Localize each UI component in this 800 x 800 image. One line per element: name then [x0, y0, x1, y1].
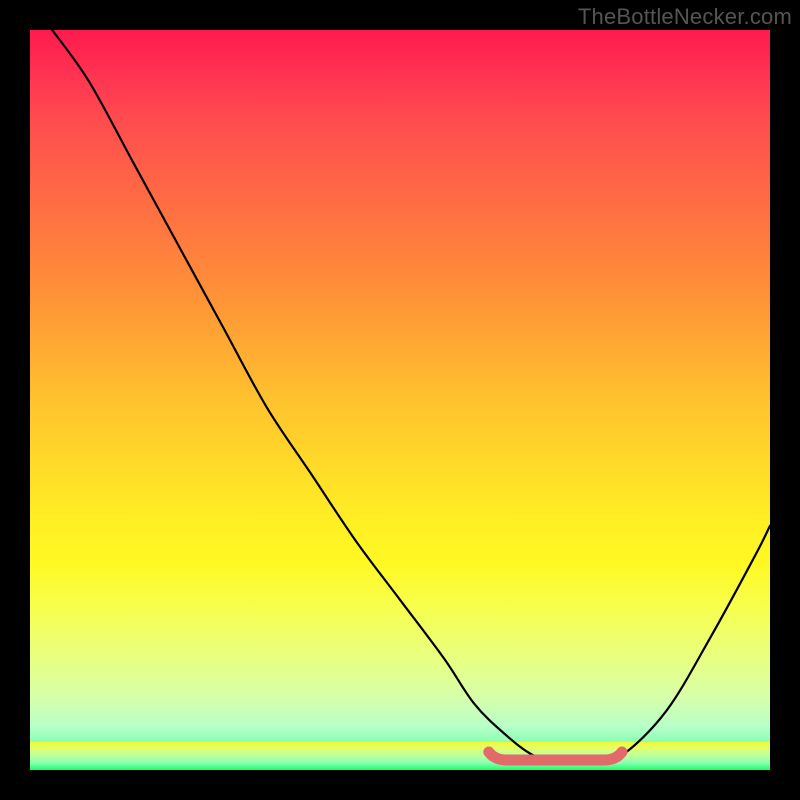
- plot-area: [30, 30, 770, 770]
- minimum-marker: [489, 752, 622, 760]
- curve-svg: [30, 30, 770, 770]
- watermark-text: TheBottleNecker.com: [578, 4, 792, 30]
- chart-frame: TheBottleNecker.com: [0, 0, 800, 800]
- bottleneck-curve: [52, 30, 770, 764]
